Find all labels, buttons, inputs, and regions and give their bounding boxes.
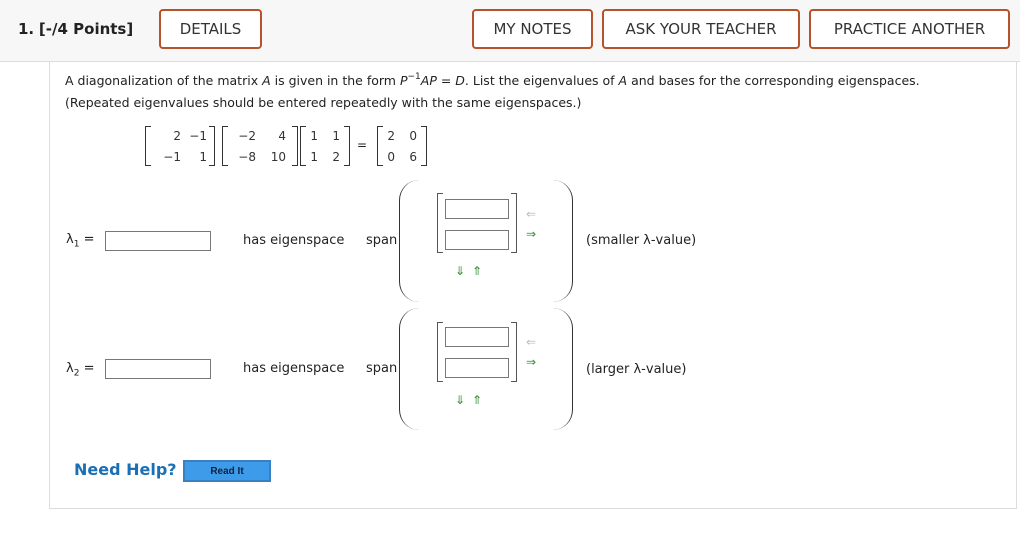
span-label: span (366, 361, 398, 376)
add-column-arrow-icon[interactable]: ⇒ (526, 228, 536, 240)
add-column-arrow-icon[interactable]: ⇒ (526, 356, 536, 368)
remove-column-arrow-icon[interactable]: ⇐ (526, 336, 536, 348)
left-paren (399, 180, 419, 302)
remove-row-arrow-icon[interactable]: ⇑ (472, 394, 482, 406)
right-paren (553, 308, 573, 430)
remove-column-arrow-icon[interactable]: ⇐ (526, 208, 536, 220)
vector-1-entry-1-input[interactable] (445, 199, 509, 219)
practice-another-button[interactable]: PRACTICE ANOTHER (809, 9, 1010, 49)
matrix-p: 1 1 1 2 (300, 126, 350, 166)
my-notes-button[interactable]: MY NOTES (472, 9, 593, 49)
matrix-d: 2 0 0 6 (377, 126, 427, 166)
lambda-2-input[interactable] (105, 359, 211, 379)
details-button[interactable]: DETAILS (159, 9, 262, 49)
vector-1-entry-2-input[interactable] (445, 230, 509, 250)
lambda-2-label: λ2 = (66, 361, 95, 379)
vector-2-entry-1-input[interactable] (445, 327, 509, 347)
equals-sign: = (357, 138, 368, 152)
lambda-1-input[interactable] (105, 231, 211, 251)
has-eigenspace-label: has eigenspace (243, 361, 345, 376)
points-label: [-/4 Points] (38, 20, 134, 38)
matrix-a: −2 4 −8 10 (222, 126, 298, 166)
remove-row-arrow-icon[interactable]: ⇑ (472, 265, 482, 277)
question-prompt: A diagonalization of the matrix A is giv… (65, 72, 920, 110)
add-row-arrow-icon[interactable]: ⇓ (455, 394, 465, 406)
read-it-button[interactable]: Read It (183, 460, 271, 482)
right-paren (553, 180, 573, 302)
need-help-label: Need Help? (74, 460, 177, 479)
larger-lambda-note: (larger λ-value) (586, 362, 687, 377)
ask-your-teacher-button[interactable]: ASK YOUR TEACHER (602, 9, 800, 49)
question-points: 1. [-/4 Points] (18, 20, 133, 38)
lambda-1-label: λ1 = (66, 232, 95, 250)
left-paren (399, 308, 419, 430)
has-eigenspace-label: has eigenspace (243, 233, 345, 248)
smaller-lambda-note: (smaller λ-value) (586, 233, 697, 248)
span-label: span (366, 233, 398, 248)
question-header: 1. [-/4 Points] DETAILS MY NOTES ASK YOU… (0, 0, 1020, 62)
question-number: 1. (18, 20, 35, 38)
add-row-arrow-icon[interactable]: ⇓ (455, 265, 465, 277)
matrix-p-inverse: 2 −1 −1 1 (145, 126, 215, 166)
vector-2-entry-2-input[interactable] (445, 358, 509, 378)
